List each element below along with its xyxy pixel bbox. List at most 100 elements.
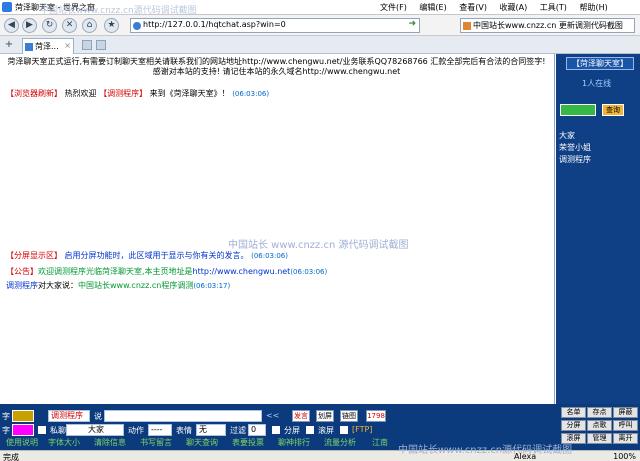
- tab-label: 菏泽...: [35, 42, 59, 51]
- welcome-text-2: 来到《菏泽聊天室》！: [147, 89, 230, 98]
- status-bar: 完成 中国站长www.cnzz.cn源代码调试截图 Alexa 100%: [0, 445, 640, 461]
- menu-tools[interactable]: 工具(T): [540, 3, 567, 12]
- block-button[interactable]: 屏蔽: [613, 407, 638, 418]
- chat-notice: 菏泽聊天室正式运行,有需要订制聊天室相关请联系我们的网站地址http://www…: [7, 57, 546, 76]
- link-vote[interactable]: 表要投票: [232, 437, 264, 448]
- split-text: 启用分屏功能时，此区域用于显示与你有关的发言。: [62, 251, 249, 260]
- favorites-icon[interactable]: ★: [104, 18, 119, 33]
- online-count: 1人在线: [582, 79, 612, 88]
- stop-icon[interactable]: ✕: [62, 18, 77, 33]
- announce-url[interactable]: http://www.chengwu.net: [193, 267, 291, 276]
- user-item[interactable]: 大家: [559, 130, 575, 141]
- tab-restore-icon[interactable]: [96, 40, 106, 50]
- menu-favorites[interactable]: 收藏(A): [500, 3, 528, 12]
- text-color-swatch[interactable]: [12, 410, 34, 422]
- status-watermark: 中国站长www.cnzz.cn源代码调试截图: [398, 445, 573, 456]
- page-icon: [133, 22, 141, 30]
- message-time: (06:03:17): [193, 282, 231, 290]
- user-item[interactable]: 调测程序: [559, 154, 591, 165]
- search-text: 中国站长www.cnzz.cn 更新调测代码截图: [473, 21, 623, 30]
- admin-button[interactable]: 管理: [587, 433, 612, 444]
- menu-file[interactable]: 文件(F): [380, 3, 407, 12]
- announce-text: 欢迎调测程序光临菏泽聊天室,本主页地址是: [38, 267, 193, 276]
- link-ranking[interactable]: 聊神排行: [278, 437, 310, 448]
- ftp-link[interactable]: [FTP]: [352, 425, 372, 434]
- zoom-level[interactable]: 100%: [613, 452, 636, 461]
- song-button[interactable]: 点歌: [587, 420, 612, 431]
- leave-button[interactable]: 离开: [613, 433, 638, 444]
- refresh-icon[interactable]: ↻: [42, 18, 57, 33]
- welcome-time: (06:03:06): [232, 90, 270, 98]
- tab-favicon-icon: [25, 43, 33, 51]
- address-text: http://127.0.0.1/hqtchat.asp?win=0: [143, 20, 286, 29]
- split-checkbox[interactable]: [272, 426, 280, 434]
- call-button[interactable]: 呼叫: [613, 420, 638, 431]
- user-search-input[interactable]: [560, 104, 596, 116]
- title-bar: 菏泽聊天室 - 世界之窗 文件(F) 编辑(E) 查看(V) 收藏(A) 工具(…: [0, 0, 640, 16]
- save-button[interactable]: 存点: [587, 407, 612, 418]
- menu-edit[interactable]: 编辑(E): [419, 3, 446, 12]
- chat-area: 菏泽聊天室正式运行,有需要订制聊天室相关请联系我们的网站地址http://www…: [0, 54, 555, 404]
- alexa-label[interactable]: Alexa: [514, 452, 536, 461]
- link-font-size[interactable]: 字体大小: [48, 437, 80, 448]
- user-item[interactable]: 荣誉小姐: [559, 142, 591, 153]
- link-jiangnan[interactable]: 江南: [372, 437, 388, 448]
- chat-message: 调测程序对大家说：中国站长www.cnzz.cn程序调测(06:03:17): [6, 280, 230, 291]
- forward-icon[interactable]: ▶: [22, 18, 37, 33]
- message-say: 对大家说：: [38, 281, 78, 290]
- ftp-checkbox[interactable]: [340, 426, 348, 434]
- browser-window: 菏泽聊天室 - 世界之窗 文件(F) 编辑(E) 查看(V) 收藏(A) 工具(…: [0, 0, 640, 461]
- split-button[interactable]: 分屏: [561, 420, 586, 431]
- history-arrows-icon[interactable]: <<: [266, 411, 279, 420]
- nav-toolbar: ◀ ▶ ↻ ✕ ⌂ ★ http://127.0.0.1/hqtchat.asp…: [0, 15, 640, 36]
- menu-help[interactable]: 帮助(H): [579, 3, 607, 12]
- split-time: (06:03:06): [251, 252, 288, 260]
- welcome-text: 热烈欢迎: [62, 89, 100, 98]
- to-label: 字: [2, 412, 10, 421]
- length-counter: 1798: [366, 410, 386, 422]
- split-tag: 【分屏显示区】: [6, 251, 62, 260]
- tab-list-icon[interactable]: [82, 40, 92, 50]
- tab-chat[interactable]: 菏泽... ×: [22, 38, 74, 54]
- room-title: 【菏泽聊天室】: [566, 57, 634, 70]
- link-guestbook[interactable]: 书写留言: [140, 437, 172, 448]
- split-screen-message: 【分屏显示区】 启用分屏功能时，此区域用于显示与你有关的发言。 (06:03:0…: [6, 250, 288, 261]
- names-button[interactable]: 名单: [561, 407, 586, 418]
- announce-time: (06:03:06): [290, 268, 328, 276]
- menu-bar: 文件(F) 编辑(E) 查看(V) 收藏(A) 工具(T) 帮助(H): [380, 2, 618, 13]
- send-button[interactable]: 发言: [292, 410, 310, 422]
- speaker-field[interactable]: 调测程序: [48, 410, 90, 422]
- announce-tag: 【公告】: [6, 267, 38, 276]
- link-clear-info[interactable]: 清除信息: [94, 437, 126, 448]
- welcome-user[interactable]: 【调测程序】: [99, 89, 147, 98]
- back-icon[interactable]: ◀: [4, 18, 19, 33]
- quiet-checkbox[interactable]: [38, 426, 46, 434]
- search-engine-icon: [463, 22, 471, 30]
- link-chat-search[interactable]: 聊天查询: [186, 437, 218, 448]
- address-bar[interactable]: http://127.0.0.1/hqtchat.asp?win=0 ➜: [130, 18, 420, 33]
- message-input[interactable]: [104, 410, 262, 422]
- link-traffic[interactable]: 流量分析: [324, 437, 356, 448]
- link-button[interactable]: 链图: [340, 410, 358, 422]
- announcement: 【公告】欢迎调测程序光临菏泽聊天室,本主页地址是http://www.cheng…: [6, 266, 327, 277]
- message-content: 中国站长www.cnzz.cn程序调测: [78, 281, 194, 290]
- refresh-tag[interactable]: 【浏览器刷新】: [6, 89, 62, 98]
- clear-button[interactable]: 划屏: [316, 410, 334, 422]
- query-button[interactable]: 查询: [602, 104, 624, 116]
- status-text: 完成: [3, 453, 19, 461]
- search-box[interactable]: 中国站长www.cnzz.cn 更新调测代码截图: [460, 18, 635, 33]
- home-icon[interactable]: ⌂: [82, 18, 97, 33]
- link-help[interactable]: 使用说明: [6, 437, 38, 448]
- go-icon[interactable]: ➜: [408, 19, 416, 29]
- close-tab-icon[interactable]: ×: [64, 41, 71, 50]
- input-row-1: 字 调测程序 说 << 发言 划屏 链图 1798: [0, 409, 560, 423]
- menu-view[interactable]: 查看(V): [459, 3, 487, 12]
- tab-bar: + 菏泽... ×: [0, 36, 640, 54]
- say-label: 说: [94, 412, 102, 421]
- browser-logo-icon: [2, 2, 12, 12]
- scroll-checkbox[interactable]: [306, 426, 314, 434]
- welcome-message: 【浏览器刷新】 热烈欢迎 【调测程序】 来到《菏泽聊天室》！ (06:03:06…: [6, 89, 269, 99]
- content-watermark: 中国站长 www.cnzz.cn 源代码调试截图: [228, 240, 409, 251]
- new-tab-icon[interactable]: +: [3, 39, 15, 51]
- message-user[interactable]: 调测程序: [6, 281, 38, 290]
